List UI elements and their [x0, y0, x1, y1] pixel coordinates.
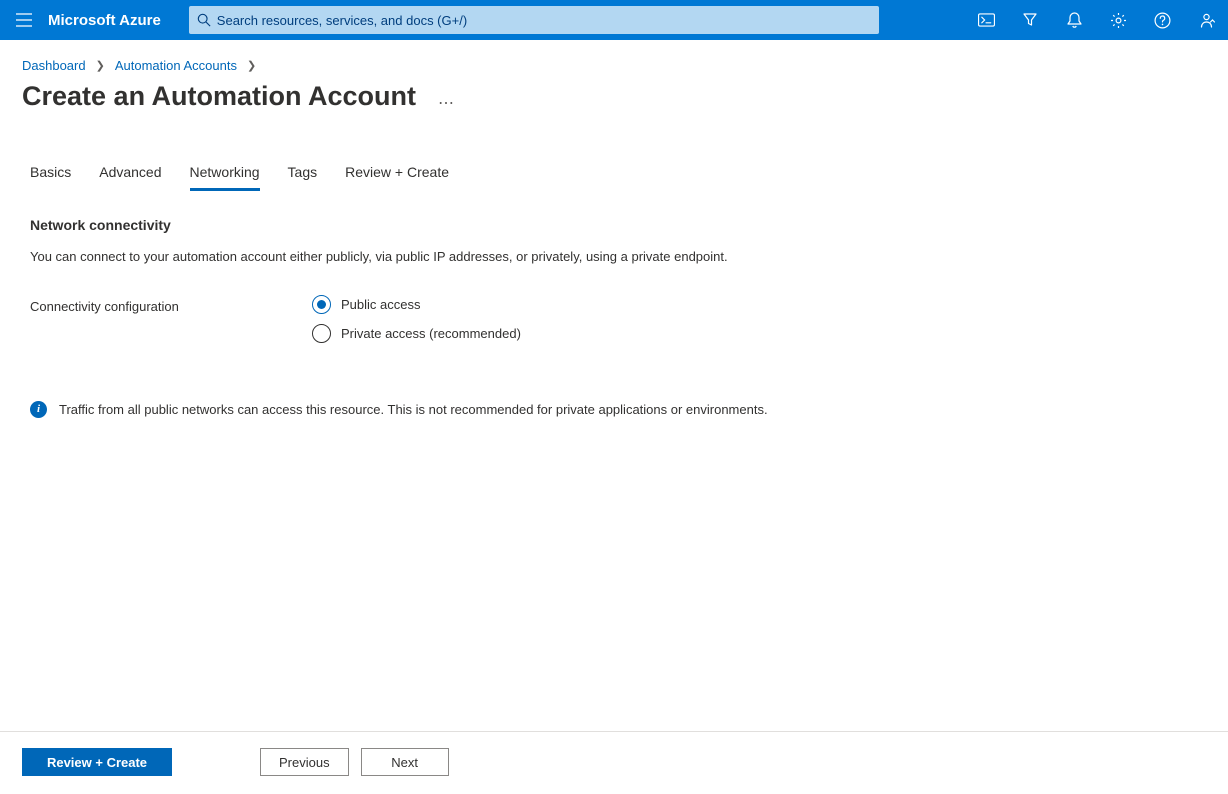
cloud-shell-button[interactable] — [964, 0, 1008, 40]
wizard-footer: Review + Create Previous Next — [0, 731, 1228, 794]
directory-filter-button[interactable] — [1008, 0, 1052, 40]
tab-content: Network connectivity You can connect to … — [0, 191, 1228, 418]
info-banner: i Traffic from all public networks can a… — [30, 401, 1198, 418]
notifications-button[interactable] — [1052, 0, 1096, 40]
footer-nav-group: Previous Next — [260, 748, 449, 776]
page-header: Create an Automation Account ⋯ — [0, 77, 1228, 112]
connectivity-radio-group: Public access Private access (recommende… — [312, 295, 521, 343]
tab-basics[interactable]: Basics — [30, 164, 71, 191]
gear-icon — [1110, 12, 1127, 29]
brand-label[interactable]: Microsoft Azure — [48, 12, 185, 29]
info-text: Traffic from all public networks can acc… — [59, 402, 768, 417]
breadcrumb-item-automation-accounts[interactable]: Automation Accounts — [115, 58, 237, 73]
breadcrumb-item-dashboard[interactable]: Dashboard — [22, 58, 86, 73]
topbar-actions — [964, 0, 1228, 40]
radio-label: Public access — [341, 297, 420, 312]
radio-indicator — [312, 324, 331, 343]
settings-button[interactable] — [1096, 0, 1140, 40]
breadcrumb: Dashboard ❯ Automation Accounts ❯ — [0, 40, 1228, 77]
wizard-tabs: Basics Advanced Networking Tags Review +… — [0, 112, 1228, 191]
chevron-right-icon: ❯ — [96, 59, 105, 72]
section-title: Network connectivity — [30, 217, 1198, 233]
menu-button[interactable] — [0, 0, 48, 40]
chevron-right-icon: ❯ — [247, 59, 256, 72]
cloud-shell-icon — [978, 13, 995, 27]
connectivity-config-label: Connectivity configuration — [30, 295, 312, 314]
azure-topbar: Microsoft Azure — [0, 0, 1228, 40]
radio-private-access[interactable]: Private access (recommended) — [312, 324, 521, 343]
global-search[interactable] — [189, 6, 879, 34]
section-description: You can connect to your automation accou… — [30, 247, 1198, 267]
radio-public-access[interactable]: Public access — [312, 295, 521, 314]
tab-tags[interactable]: Tags — [288, 164, 318, 191]
previous-button[interactable]: Previous — [260, 748, 349, 776]
help-icon — [1154, 12, 1171, 29]
info-icon: i — [30, 401, 47, 418]
connectivity-config-row: Connectivity configuration Public access… — [30, 295, 1198, 343]
page-title: Create an Automation Account — [22, 81, 416, 112]
search-input[interactable] — [217, 13, 871, 28]
search-icon — [197, 13, 211, 27]
filter-icon — [1022, 12, 1038, 28]
next-button[interactable]: Next — [361, 748, 449, 776]
tab-networking[interactable]: Networking — [190, 164, 260, 191]
topbar-left: Microsoft Azure — [0, 0, 185, 40]
review-create-button[interactable]: Review + Create — [22, 748, 172, 776]
bell-icon — [1067, 12, 1082, 29]
tab-review-create[interactable]: Review + Create — [345, 164, 449, 191]
radio-indicator — [312, 295, 331, 314]
hamburger-icon — [16, 13, 32, 27]
help-button[interactable] — [1140, 0, 1184, 40]
feedback-icon — [1198, 12, 1215, 29]
feedback-button[interactable] — [1184, 0, 1228, 40]
tab-advanced[interactable]: Advanced — [99, 164, 161, 191]
radio-label: Private access (recommended) — [341, 326, 521, 341]
more-actions-button[interactable]: ⋯ — [438, 93, 455, 113]
